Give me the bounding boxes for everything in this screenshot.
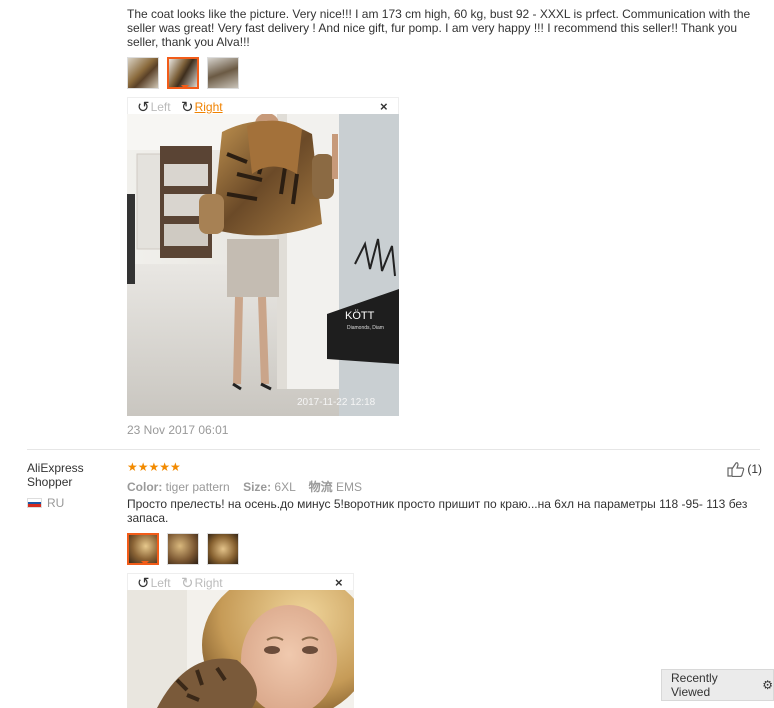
rotate-left-icon: ↺	[137, 574, 150, 592]
rotate-right-label: Right	[194, 576, 223, 590]
color-label: Color:	[127, 480, 163, 494]
store-sign-subtext: Diamonds, Diam	[347, 325, 384, 331]
logistics-value: EMS	[336, 480, 363, 494]
image-viewer-toolbar: ↺ Left ↻ Right ×	[127, 573, 354, 591]
review-thumbnails	[127, 57, 239, 89]
star-rating: ★★★★★	[127, 460, 181, 474]
close-icon[interactable]: ×	[335, 575, 343, 590]
review-thumbnail[interactable]	[207, 57, 239, 89]
rotate-right-icon: ↻	[181, 98, 194, 116]
order-info: Color: tiger pattern Size: 6XL 物流 EMS	[127, 478, 362, 495]
gear-icon: ⚙	[762, 678, 773, 692]
review-photo-image	[127, 590, 354, 708]
rotate-right-label: Right	[194, 100, 223, 114]
logistics-label: 物流	[308, 480, 333, 494]
rotate-left-icon: ↺	[137, 98, 150, 116]
helpful-button[interactable]: (1)	[727, 461, 762, 477]
color-value: tiger pattern	[165, 480, 230, 494]
image-viewer-toolbar: ↺ Left ↻ Right ×	[127, 97, 399, 115]
russia-flag-icon	[27, 498, 42, 508]
photo-timestamp: 2017-11-22 12:18	[297, 397, 376, 408]
country-code: RU	[47, 496, 65, 510]
review-photo-image: KÖTT Diamonds, Diam 2017-11-22 12:18	[127, 114, 399, 416]
review-thumbnail[interactable]	[207, 533, 239, 565]
helpful-count: (1)	[747, 462, 762, 476]
size-label: Size:	[243, 480, 272, 494]
review-text: Просто прелесть! на осень.до минус 5!вор…	[127, 497, 748, 525]
review-thumbnail-selected[interactable]	[127, 533, 159, 565]
recently-viewed-label: Recently Viewed	[671, 671, 718, 699]
review-thumbnail[interactable]	[167, 533, 199, 565]
store-sign-text: KÖTT	[345, 310, 375, 322]
review-photo[interactable]	[127, 590, 354, 708]
review-thumbnail-selected[interactable]	[167, 57, 199, 89]
reviewer-country: RU	[27, 496, 64, 510]
recently-viewed-tab[interactable]: Recently Viewed ⚙	[661, 669, 774, 701]
rotate-left-label: Left	[150, 576, 171, 590]
size-value: 6XL	[274, 480, 296, 494]
rotate-left-label: Left	[150, 100, 171, 114]
rotate-right-icon: ↻	[181, 574, 194, 592]
review-text: The coat looks like the picture. Very ni…	[127, 7, 751, 49]
review-thumbnails	[127, 533, 239, 565]
reviewer-name: AliExpress Shopper	[27, 461, 84, 489]
review-date: 23 Nov 2017 06:01	[127, 423, 229, 437]
thumbs-up-icon	[727, 462, 745, 477]
review-photo[interactable]: KÖTT Diamonds, Diam 2017-11-22 12:18	[127, 114, 399, 416]
review-thumbnail[interactable]	[127, 57, 159, 89]
review-divider	[27, 449, 760, 450]
close-icon[interactable]: ×	[380, 99, 388, 114]
